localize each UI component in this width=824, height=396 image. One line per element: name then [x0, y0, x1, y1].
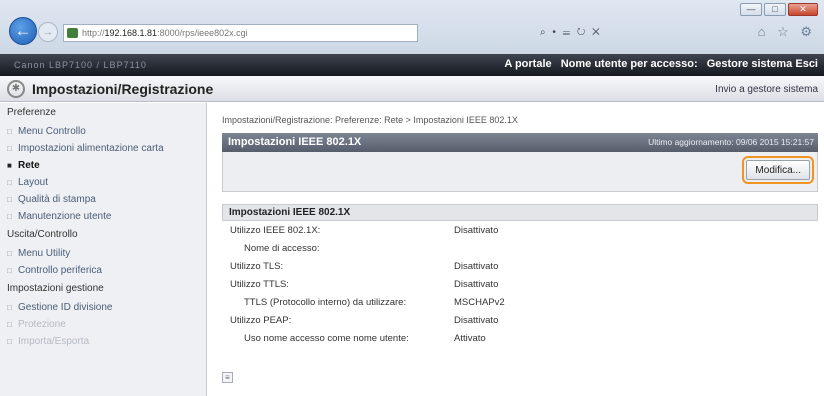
page-header: ✱ Impostazioni/Registrazione Invio a ges… [0, 76, 824, 102]
setting-label: Utilizzo TTLS: [230, 279, 289, 290]
setting-value: MSCHAPv2 [454, 297, 505, 308]
panel-title: Impostazioni IEEE 802.1X [228, 136, 362, 148]
setting-label: Utilizzo TLS: [230, 261, 284, 272]
setting-value: Attivato [454, 333, 486, 344]
setting-row: Utilizzo TTLS: Disattivato [222, 275, 818, 293]
address-tools[interactable]: ⌕ • ☰ ↻ ✕ [540, 24, 618, 42]
setting-label: Uso nome accesso come nome utente: [244, 333, 409, 344]
settings-gear-icon: ✱ [7, 80, 25, 98]
portal-link[interactable]: A portale [504, 58, 551, 70]
setting-row: Uso nome accesso come nome utente: Attiv… [222, 329, 818, 347]
setting-row: Utilizzo TLS: Disattivato [222, 257, 818, 275]
setting-value: Disattivato [454, 315, 499, 326]
setting-label: TTLS (Protocollo interno) da utilizzare: [244, 297, 407, 308]
panel-toolbar: Modifica... [222, 152, 818, 192]
section-title: Impostazioni IEEE 802.1X [229, 207, 351, 218]
url-prefix: http:// [82, 28, 105, 38]
section-header: Impostazioni IEEE 802.1X [222, 204, 818, 221]
setting-value: Disattivato [454, 261, 499, 272]
device-name: Canon LBP7100 / LBP7110 [14, 60, 147, 70]
send-to-admin-link[interactable]: Invio a gestore sistema [715, 84, 818, 95]
user-logout-link[interactable]: Gestore sistema Esci [707, 58, 818, 70]
minimize-button[interactable]: — [740, 3, 762, 16]
maximize-button[interactable]: □ [764, 3, 786, 16]
sidebar-item-layout[interactable]: Layout [0, 174, 206, 191]
page-title: Impostazioni/Registrazione [32, 81, 214, 97]
url-host: 192.168.1.81 [104, 28, 158, 38]
setting-row: Nome di accesso: [222, 239, 818, 257]
sidebar-item-import-export[interactable]: Importa/Esporta [0, 333, 206, 350]
close-window-button[interactable]: ✕ [788, 3, 818, 16]
sidebar-item-security[interactable]: Protezione [0, 316, 206, 333]
sidebar-item-department-id[interactable]: Gestione ID divisione [0, 299, 206, 316]
sidebar-item-paper-source[interactable]: Impostazioni alimentazione carta [0, 140, 206, 157]
sidebar-item-menu-controllo[interactable]: Menu Controllo [0, 123, 206, 140]
sidebar-item-rete[interactable]: Rete [0, 157, 206, 174]
main-content: Impostazioni/Registrazione: Preferenze: … [208, 103, 824, 396]
top-bar-right: A portale Nome utente per accesso: Gesto… [498, 58, 818, 70]
top-bar: Canon LBP7100 / LBP7110 A portale Nome u… [0, 54, 824, 76]
edit-button-highlight: Modifica... [742, 156, 814, 184]
sidebar-section-management: Impostazioni gestione [7, 283, 104, 294]
edit-button[interactable]: Modifica... [746, 160, 810, 180]
url-path: :8000/rps/ieee802x.cgi [157, 28, 248, 38]
browser-chrome: — □ ✕ ← → http://192.168.1.81:8000/rps/i… [0, 0, 824, 54]
setting-label: Utilizzo PEAP: [230, 315, 292, 326]
settings-list: Utilizzo IEEE 802.1X: Disattivato Nome d… [222, 221, 818, 347]
setting-value: Disattivato [454, 279, 499, 290]
forward-arrow-icon[interactable]: → [38, 22, 58, 42]
sidebar-item-user-maintenance[interactable]: Manutenzione utente [0, 208, 206, 225]
setting-label: Nome di accesso: [244, 243, 320, 254]
home-favorites-settings-icons[interactable]: ⌂ ☆ ⚙ [758, 24, 816, 40]
sidebar-item-utility-menu[interactable]: Menu Utility [0, 245, 206, 262]
breadcrumb: Impostazioni/Registrazione: Preferenze: … [222, 115, 518, 125]
back-arrow-icon[interactable]: ← [9, 17, 37, 45]
setting-row: Utilizzo PEAP: Disattivato [222, 311, 818, 329]
window-controls: — □ ✕ [740, 3, 818, 16]
setting-row: TTLS (Protocollo interno) da utilizzare:… [222, 293, 818, 311]
sidebar-section-preferences: Preferenze [7, 107, 56, 118]
setting-row: Utilizzo IEEE 802.1X: Disattivato [222, 221, 818, 239]
sidebar-item-print-quality[interactable]: Qualità di stampa [0, 191, 206, 208]
panel-header: Impostazioni IEEE 802.1X Ultimo aggiorna… [222, 133, 818, 152]
sidebar: Preferenze Menu Controllo Impostazioni a… [0, 103, 207, 396]
sidebar-section-output: Uscita/Controllo [7, 229, 78, 240]
page-top-icon[interactable]: ≡ [222, 372, 233, 383]
last-update-timestamp: Ultimo aggiornamento: 09/06 2015 15:21:5… [648, 137, 814, 147]
setting-value: Disattivato [454, 225, 499, 236]
site-favicon-icon [67, 28, 78, 38]
setting-label: Utilizzo IEEE 802.1X: [230, 225, 321, 236]
user-label: Nome utente per accesso: [560, 58, 698, 70]
address-bar[interactable]: http://192.168.1.81:8000/rps/ieee802x.cg… [63, 24, 418, 42]
sidebar-item-device-control[interactable]: Controllo periferica [0, 262, 206, 279]
